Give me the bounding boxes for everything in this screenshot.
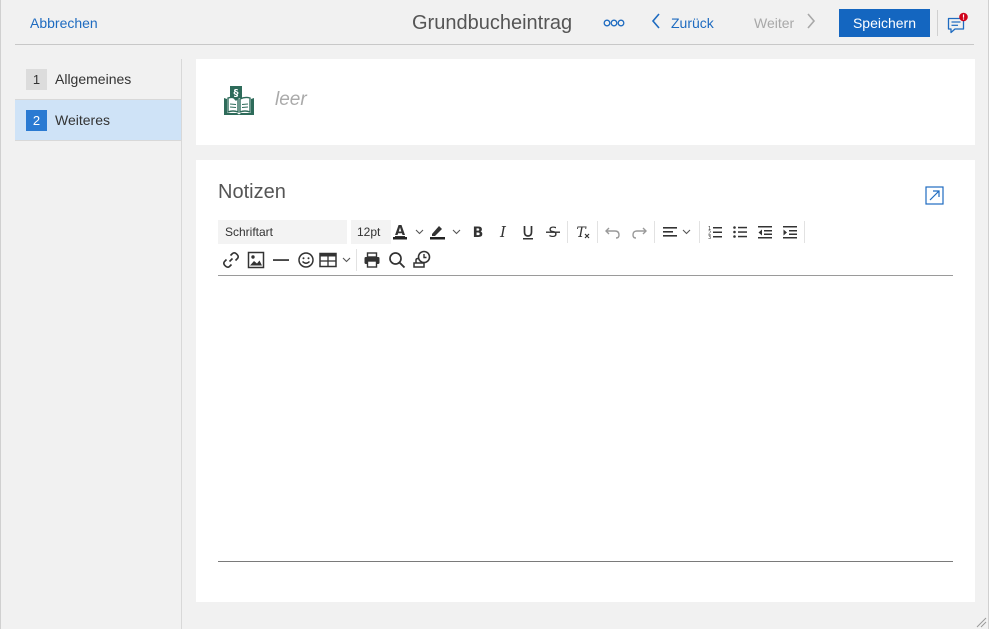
svg-text:A: A <box>395 224 405 239</box>
numbered-list-icon: 1 2 3 <box>708 226 722 240</box>
notes-panel: Notizen Schriftart 12pt A B I S T 1 2 3 <box>196 160 975 602</box>
back-button-label: Zurück <box>671 15 714 31</box>
step-number: 1 <box>26 68 47 90</box>
highlight-color-button[interactable] <box>427 220 465 244</box>
insert-link-button[interactable] <box>218 248 243 272</box>
font-family-select[interactable]: Schriftart <box>218 220 347 244</box>
undo-button[interactable] <box>600 220 626 244</box>
svg-text:3: 3 <box>708 235 711 240</box>
spellcheck-icon <box>412 250 430 268</box>
insert-image-button[interactable] <box>243 248 268 272</box>
svg-text:I: I <box>499 224 507 240</box>
toolbar-separator <box>654 221 655 243</box>
cancel-button[interactable]: Abbrechen <box>30 15 98 31</box>
align-button[interactable] <box>657 220 697 244</box>
chevron-right-icon <box>806 12 816 35</box>
font-size-select[interactable]: 12pt <box>351 220 391 244</box>
summary-panel: § leer <box>196 59 975 145</box>
text-color-icon: A <box>393 224 424 240</box>
chevron-left-icon <box>651 12 661 35</box>
toolbar-separator <box>597 221 598 243</box>
sidebar-step-allgemeines[interactable]: 1 Allgemeines <box>15 59 181 100</box>
bullet-list-icon <box>732 226 747 238</box>
more-dots-icon[interactable] <box>603 16 625 28</box>
undo-icon <box>605 227 620 239</box>
editor-toolbar-row-2 <box>218 247 434 273</box>
outdent-icon <box>757 226 772 239</box>
strikethrough-button[interactable]: S <box>540 220 565 244</box>
italic-icon: I <box>499 224 507 240</box>
bold-button[interactable]: B <box>465 220 490 244</box>
notes-editor[interactable] <box>218 276 953 561</box>
text-color-button[interactable]: A <box>391 220 427 244</box>
toolbar-separator <box>567 221 568 243</box>
save-button[interactable]: Speichern <box>839 9 930 37</box>
search-icon <box>388 252 405 269</box>
bullet-list-button[interactable] <box>727 220 752 244</box>
header-divider <box>937 10 938 36</box>
editor-toolbar-row-1: Schriftart 12pt A B I S T 1 2 3 <box>218 219 807 245</box>
comment-alert-icon[interactable] <box>946 12 970 36</box>
summary-empty-text: leer <box>275 89 307 110</box>
toolbar-separator <box>699 221 700 243</box>
outdent-button[interactable] <box>752 220 777 244</box>
underline-icon <box>522 226 533 240</box>
strikethrough-icon: S <box>545 225 560 240</box>
back-button[interactable]: Zurück <box>651 12 714 34</box>
insert-table-button[interactable] <box>318 248 354 272</box>
notes-title: Notizen <box>218 181 286 203</box>
emoji-icon <box>297 252 314 268</box>
expand-icon[interactable] <box>925 186 944 205</box>
bold-icon: B <box>472 225 483 240</box>
emoji-button[interactable] <box>293 248 318 272</box>
align-left-icon <box>663 227 691 237</box>
numbered-list-button[interactable]: 1 2 3 <box>702 220 727 244</box>
step-sidebar: 1 Allgemeines 2 Weiteres <box>15 59 182 629</box>
svg-text:B: B <box>472 225 483 240</box>
search-button[interactable] <box>384 248 409 272</box>
indent-icon <box>782 226 797 239</box>
resize-grip-icon[interactable] <box>975 615 987 628</box>
window-border-left <box>0 0 1 629</box>
svg-text:§: § <box>234 88 239 99</box>
highlighter-icon <box>430 226 461 240</box>
next-button-label: Weiter <box>754 15 795 31</box>
page-title: Grundbucheintrag <box>412 12 573 34</box>
print-button[interactable] <box>359 248 384 272</box>
underline-button[interactable] <box>515 220 540 244</box>
image-icon <box>247 251 264 269</box>
print-icon <box>364 252 379 268</box>
redo-icon <box>632 227 647 239</box>
step-label: Weiteres <box>55 112 110 128</box>
horizontal-rule-button[interactable] <box>268 248 293 272</box>
clear-formatting-button[interactable]: T <box>570 220 595 244</box>
italic-button[interactable]: I <box>490 220 515 244</box>
dialog-header: Abbrechen Grundbucheintrag Zurück Weiter… <box>15 0 974 45</box>
step-number: 2 <box>26 109 47 131</box>
toolbar-separator <box>804 221 805 243</box>
redo-button[interactable] <box>626 220 652 244</box>
toolbar-separator <box>356 249 357 271</box>
editor-bottom-border <box>218 561 953 562</box>
next-button[interactable]: Weiter <box>754 12 816 34</box>
indent-button[interactable] <box>777 220 802 244</box>
horizontal-rule-icon <box>272 259 289 261</box>
clear-formatting-icon: T <box>576 225 589 240</box>
table-icon <box>319 252 351 268</box>
link-icon <box>222 252 239 268</box>
step-label: Allgemeines <box>55 71 132 87</box>
land-register-book-icon: § <box>222 85 256 119</box>
spellcheck-button[interactable] <box>409 248 434 272</box>
sidebar-step-weiteres[interactable]: 2 Weiteres <box>15 100 181 141</box>
